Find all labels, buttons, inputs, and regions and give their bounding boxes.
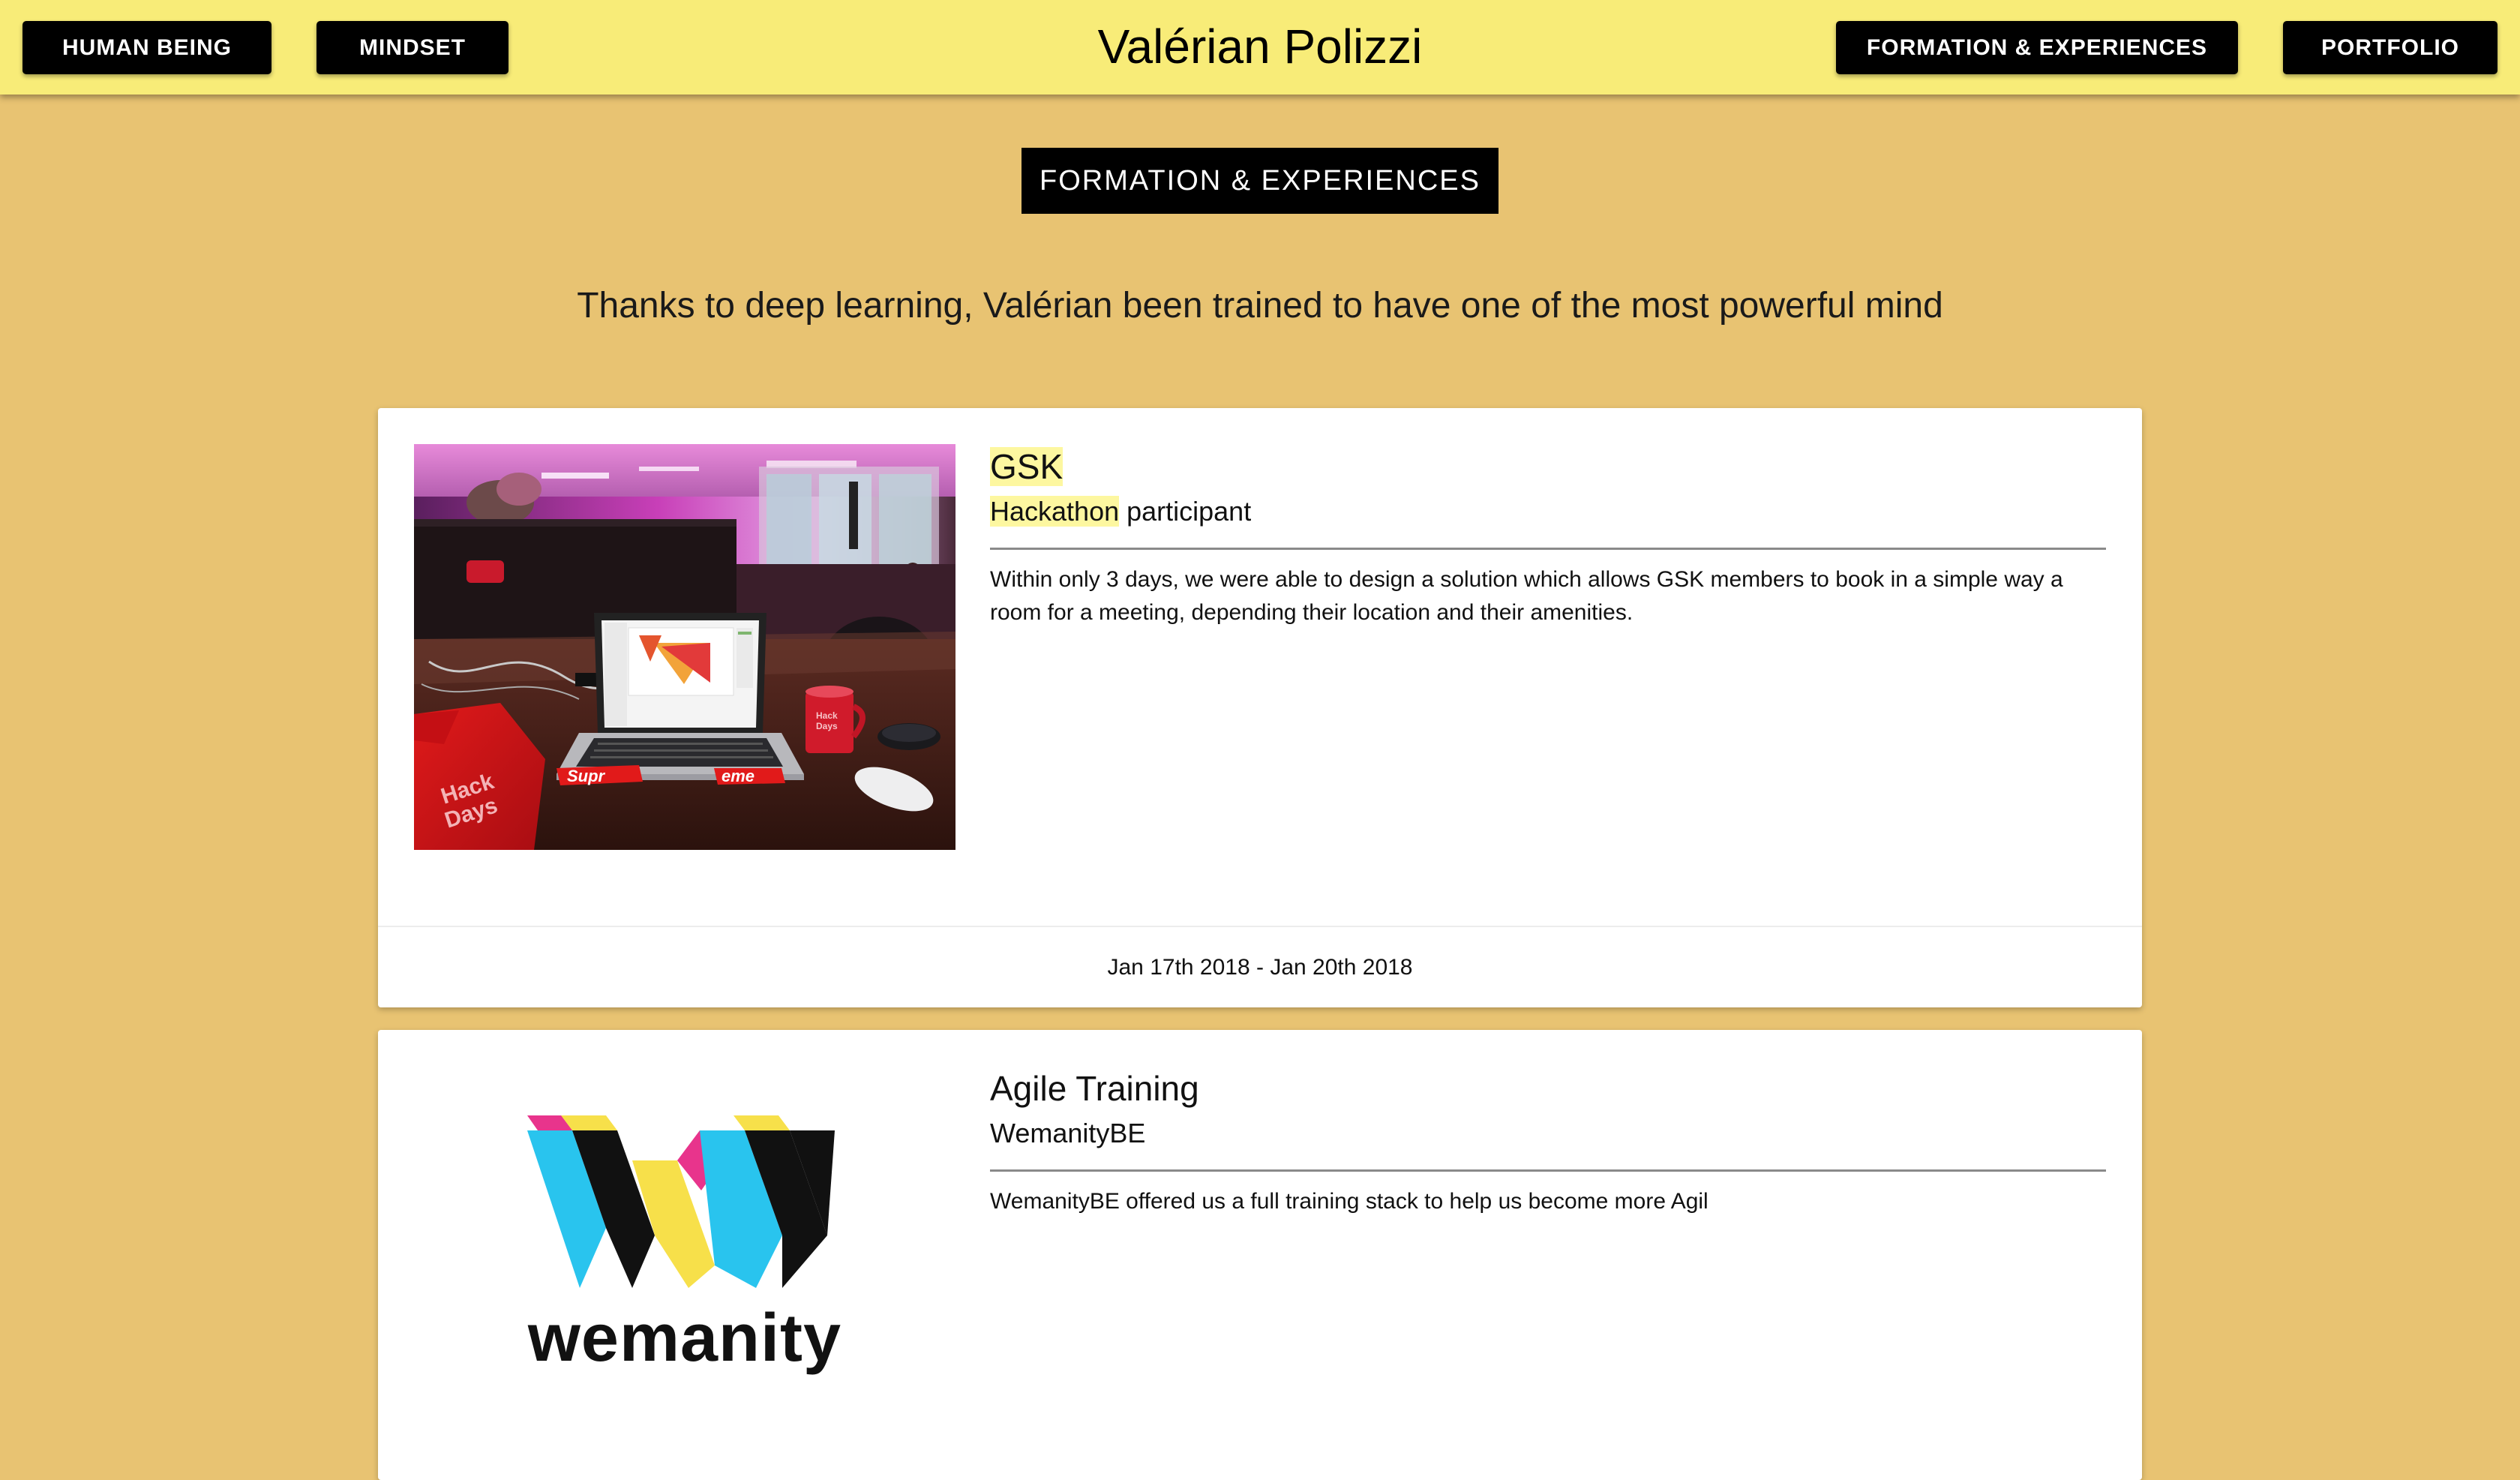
hackathon-desk-photo-illustration: Supr eme Hack Days Hack Days [414, 444, 956, 850]
wemanity-logo: wemanity [414, 1066, 956, 1426]
bag-logo-text-end: eme [722, 767, 754, 785]
nav-human-being-button[interactable]: HUMAN BEING [22, 21, 272, 74]
nav-portfolio-button[interactable]: PORTFOLIO [2283, 21, 2498, 74]
experience-card-agile-body: Agile Training WemanityBE WemanityBE off… [990, 1066, 2106, 1218]
experience-card-agile-training: wemanity Agile Training WemanityBE Weman… [378, 1030, 2142, 1480]
experience-subtitle-rest: participant [1119, 496, 1252, 527]
experience-description: Within only 3 days, we were able to desi… [990, 567, 2063, 625]
wemanity-w-logo-icon [527, 1115, 835, 1288]
experience-card-gsk-body: GSK Hackathon participant Within only 3 … [990, 444, 2106, 629]
experience-divider [990, 1169, 2106, 1172]
experience-subtitle: WemanityBE [990, 1118, 1146, 1148]
mug-text-line-2: Days [816, 721, 838, 731]
experience-dates: Jan 17th 2018 - Jan 20th 2018 [378, 926, 2142, 1007]
experience-subtitle: Hackathon participant [990, 494, 2106, 530]
bag-logo-text: Supr [567, 767, 606, 785]
hackathon-desk-photo: Supr eme Hack Days Hack Days [414, 444, 956, 850]
wemanity-logo-wordmark: wemanity [527, 1300, 842, 1376]
mug-text-line-1: Hack [816, 710, 838, 721]
experience-divider [990, 548, 2106, 550]
experience-card-gsk: Supr eme Hack Days Hack Days GSK Hackath… [378, 408, 2142, 1007]
nav-formation-experiences-button[interactable]: FORMATION & EXPERIENCES [1836, 21, 2238, 74]
experience-title: GSK [990, 444, 2106, 489]
top-navigation-bar: HUMAN BEING MINDSET Valérian Polizzi FOR… [0, 0, 2520, 95]
experience-subtitle-highlight: Hackathon [990, 496, 1120, 527]
experience-description: WemanityBE offered us a full training st… [990, 1189, 1708, 1214]
section-tagline: Thanks to deep learning, Valérian been t… [577, 286, 1943, 326]
section-title-badge: FORMATION & EXPERIENCES [1022, 148, 1498, 214]
nav-mindset-button[interactable]: MINDSET [316, 21, 508, 74]
experience-title-text: GSK [990, 447, 1064, 486]
experience-title: Agile Training [990, 1069, 1199, 1108]
